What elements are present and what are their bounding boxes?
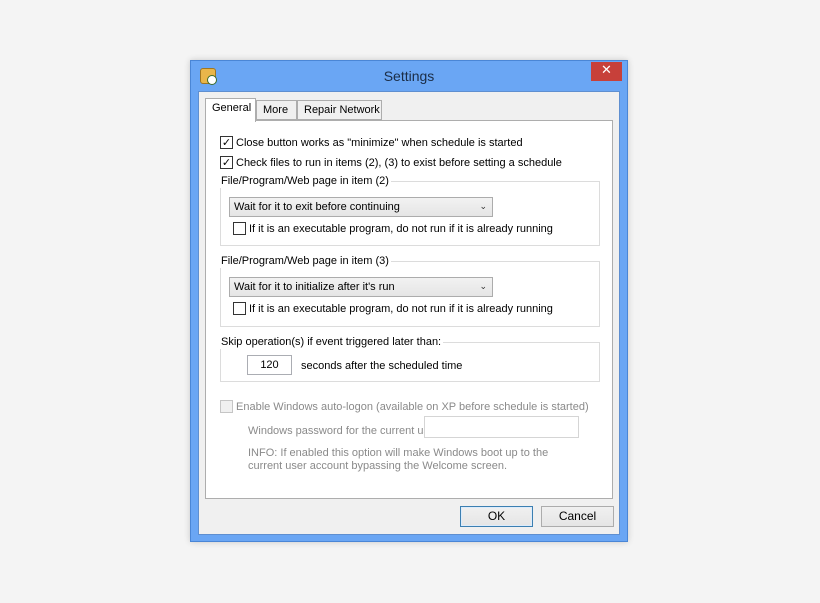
skip-seconds-input[interactable]: 120 xyxy=(247,355,292,375)
tab-repair-network[interactable]: Repair Network xyxy=(297,100,382,120)
dialog-client-area: General More Repair Network ✓ Close butto… xyxy=(198,91,620,535)
chevron-down-icon: ⌄ xyxy=(479,282,487,292)
settings-window: Settings ✕ General More Repair Network ✓… xyxy=(190,60,628,542)
item3-skip-running-label: If it is an executable program, do not r… xyxy=(249,303,553,315)
check-files-label: Check files to run in items (2), (3) to … xyxy=(236,157,562,169)
password-input[interactable] xyxy=(424,416,579,438)
window-title: Settings xyxy=(383,68,435,84)
autologon-info-line-2: current user account bypassing the Welco… xyxy=(248,460,508,472)
skip-seconds-suffix: seconds after the scheduled time xyxy=(301,360,463,372)
skip-legend: Skip operation(s) if event triggered lat… xyxy=(219,335,444,349)
close-minimize-label: Close button works as "minimize" when sc… xyxy=(236,137,523,149)
item2-skip-running-checkbox[interactable] xyxy=(233,222,246,235)
item3-legend: File/Program/Web page in item (3) xyxy=(219,254,391,268)
item3-wait-dropdown[interactable]: Wait for it to initialize after it's run… xyxy=(229,277,493,297)
ok-button[interactable]: OK xyxy=(460,506,533,527)
item2-wait-value: Wait for it to exit before continuing xyxy=(234,201,400,213)
item3-skip-running-option[interactable]: If it is an executable program, do not r… xyxy=(233,302,553,316)
check-files-checkbox[interactable]: ✓ xyxy=(220,156,233,169)
close-button[interactable]: ✕ xyxy=(591,62,622,81)
close-minimize-option[interactable]: ✓ Close button works as "minimize" when s… xyxy=(220,136,523,150)
chevron-down-icon: ⌄ xyxy=(479,202,487,212)
password-label: Windows password for the current user: xyxy=(248,425,442,437)
skip-group: Skip operation(s) if event triggered lat… xyxy=(219,335,600,382)
close-minimize-checkbox[interactable]: ✓ xyxy=(220,136,233,149)
item2-legend: File/Program/Web page in item (2) xyxy=(219,174,391,188)
general-tab-panel: ✓ Close button works as "minimize" when s… xyxy=(205,120,613,499)
item2-group: File/Program/Web page in item (2) Wait f… xyxy=(219,174,600,246)
item2-skip-running-label: If it is an executable program, do not r… xyxy=(249,223,553,235)
item2-skip-running-option[interactable]: If it is an executable program, do not r… xyxy=(233,222,553,236)
autologon-label: Enable Windows auto-logon (available on … xyxy=(236,401,589,413)
autologon-checkbox[interactable] xyxy=(220,400,233,413)
tab-general[interactable]: General xyxy=(205,98,256,122)
check-files-option[interactable]: ✓ Check files to run in items (2), (3) to… xyxy=(220,156,562,170)
autologon-option[interactable]: Enable Windows auto-logon (available on … xyxy=(220,400,589,414)
tab-more[interactable]: More xyxy=(256,100,297,120)
autologon-info: INFO: If enabled this option will make W… xyxy=(248,447,548,473)
cancel-button[interactable]: Cancel xyxy=(541,506,614,527)
title-bar[interactable]: Settings ✕ xyxy=(191,61,627,91)
item2-wait-dropdown[interactable]: Wait for it to exit before continuing ⌄ xyxy=(229,197,493,217)
item3-group: File/Program/Web page in item (3) Wait f… xyxy=(219,254,600,327)
item3-wait-value: Wait for it to initialize after it's run xyxy=(234,281,395,293)
autologon-info-line-1: INFO: If enabled this option will make W… xyxy=(248,447,549,459)
item3-skip-running-checkbox[interactable] xyxy=(233,302,246,315)
